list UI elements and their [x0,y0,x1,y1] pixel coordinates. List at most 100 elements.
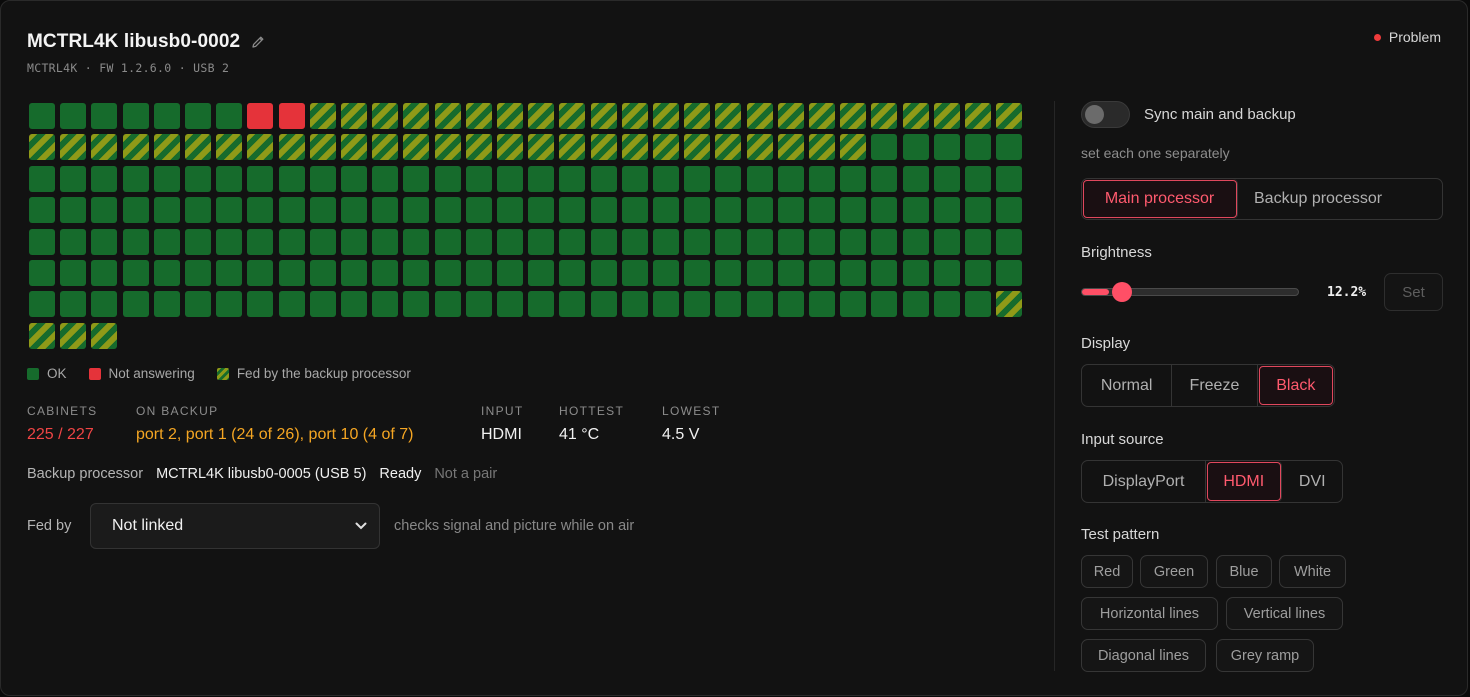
cabinet-ok[interactable] [403,166,429,192]
cabinet-on-backup[interactable] [591,134,617,160]
cabinet-on-backup[interactable] [684,134,710,160]
pattern-white-button[interactable]: White [1279,555,1346,588]
cabinet-on-backup[interactable] [29,323,55,349]
fed-by-select[interactable]: Not linked [90,503,380,549]
cabinet-ok[interactable] [996,229,1022,255]
cabinet-ok[interactable] [996,260,1022,286]
cabinet-ok[interactable] [310,260,336,286]
cabinet-ok[interactable] [903,134,929,160]
sync-toggle[interactable] [1081,101,1130,128]
cabinet-ok[interactable] [60,166,86,192]
cabinet-ok[interactable] [341,197,367,223]
cabinet-ok[interactable] [809,260,835,286]
cabinet-ok[interactable] [466,260,492,286]
cabinet-ok[interactable] [840,197,866,223]
cabinet-ok[interactable] [29,229,55,255]
cabinet-ok[interactable] [341,166,367,192]
cabinet-ok[interactable] [778,260,804,286]
cabinet-ok[interactable] [871,134,897,160]
cabinet-ok[interactable] [778,166,804,192]
cabinet-ok[interactable] [372,197,398,223]
cabinet-ok[interactable] [497,229,523,255]
cabinet-ok[interactable] [91,291,117,317]
cabinet-on-backup[interactable] [154,134,180,160]
cabinet-on-backup[interactable] [29,134,55,160]
cabinet-ok[interactable] [497,197,523,223]
cabinet-on-backup[interactable] [341,134,367,160]
cabinet-ok[interactable] [840,260,866,286]
cabinet-ok[interactable] [123,229,149,255]
cabinet-ok[interactable] [903,260,929,286]
cabinet-ok[interactable] [497,166,523,192]
cabinet-ok[interactable] [185,291,211,317]
cabinet-ok[interactable] [185,229,211,255]
cabinet-ok[interactable] [372,166,398,192]
cabinet-ok[interactable] [29,197,55,223]
cabinet-ok[interactable] [591,291,617,317]
cabinet-on-backup[interactable] [591,103,617,129]
cabinet-ok[interactable] [154,291,180,317]
cabinet-ok[interactable] [435,197,461,223]
cabinet-on-backup[interactable] [809,103,835,129]
cabinet-ok[interactable] [591,197,617,223]
cabinet-ok[interactable] [341,260,367,286]
display-freeze-button[interactable]: Freeze [1172,365,1258,406]
cabinet-ok[interactable] [715,197,741,223]
cabinet-ok[interactable] [154,166,180,192]
cabinet-ok[interactable] [372,260,398,286]
cabinet-on-backup[interactable] [403,134,429,160]
cabinet-ok[interactable] [809,291,835,317]
cabinet-ok[interactable] [809,166,835,192]
cabinet-ok[interactable] [216,166,242,192]
cabinet-on-backup[interactable] [123,134,149,160]
cabinet-ok[interactable] [903,197,929,223]
cabinet-on-backup[interactable] [497,103,523,129]
cabinet-ok[interactable] [216,291,242,317]
cabinet-ok[interactable] [840,229,866,255]
cabinet-on-backup[interactable] [310,134,336,160]
cabinet-on-backup[interactable] [497,134,523,160]
cabinet-ok[interactable] [403,260,429,286]
cabinet-ok[interactable] [934,166,960,192]
cabinet-ok[interactable] [403,229,429,255]
cabinet-ok[interactable] [747,197,773,223]
cabinet-ok[interactable] [279,166,305,192]
cabinet-on-backup[interactable] [466,134,492,160]
cabinet-ok[interactable] [466,291,492,317]
pattern-green-button[interactable]: Green [1140,555,1208,588]
cabinet-ok[interactable] [715,166,741,192]
cabinet-ok[interactable] [123,197,149,223]
cabinet-ok[interactable] [154,229,180,255]
cabinet-ok[interactable] [840,291,866,317]
cabinet-ok[interactable] [903,291,929,317]
cabinet-ok[interactable] [91,260,117,286]
cabinet-on-backup[interactable] [559,134,585,160]
cabinet-ok[interactable] [435,229,461,255]
cabinet-ok[interactable] [684,229,710,255]
cabinet-ok[interactable] [965,134,991,160]
cabinet-on-backup[interactable] [715,103,741,129]
cabinet-ok[interactable] [247,166,273,192]
cabinet-on-backup[interactable] [435,134,461,160]
cabinet-ok[interactable] [653,291,679,317]
cabinet-ok[interactable] [591,229,617,255]
cabinet-ok[interactable] [466,166,492,192]
cabinet-ok[interactable] [965,291,991,317]
cabinet-ok[interactable] [91,229,117,255]
cabinet-ok[interactable] [965,166,991,192]
cabinet-ok[interactable] [341,229,367,255]
cabinet-ok[interactable] [591,260,617,286]
cabinet-ok[interactable] [154,103,180,129]
input-hdmi-button[interactable]: HDMI [1206,461,1283,502]
cabinet-ok[interactable] [310,229,336,255]
cabinet-ok[interactable] [622,229,648,255]
cabinet-ok[interactable] [715,291,741,317]
cabinet-ok[interactable] [965,260,991,286]
cabinet-ok[interactable] [934,197,960,223]
cabinet-ok[interactable] [91,197,117,223]
cabinet-ok[interactable] [497,260,523,286]
pattern-diagonal-lines-button[interactable]: Diagonal lines [1081,639,1206,672]
cabinet-on-backup[interactable] [372,103,398,129]
cabinet-on-backup[interactable] [279,134,305,160]
cabinet-ok[interactable] [684,197,710,223]
